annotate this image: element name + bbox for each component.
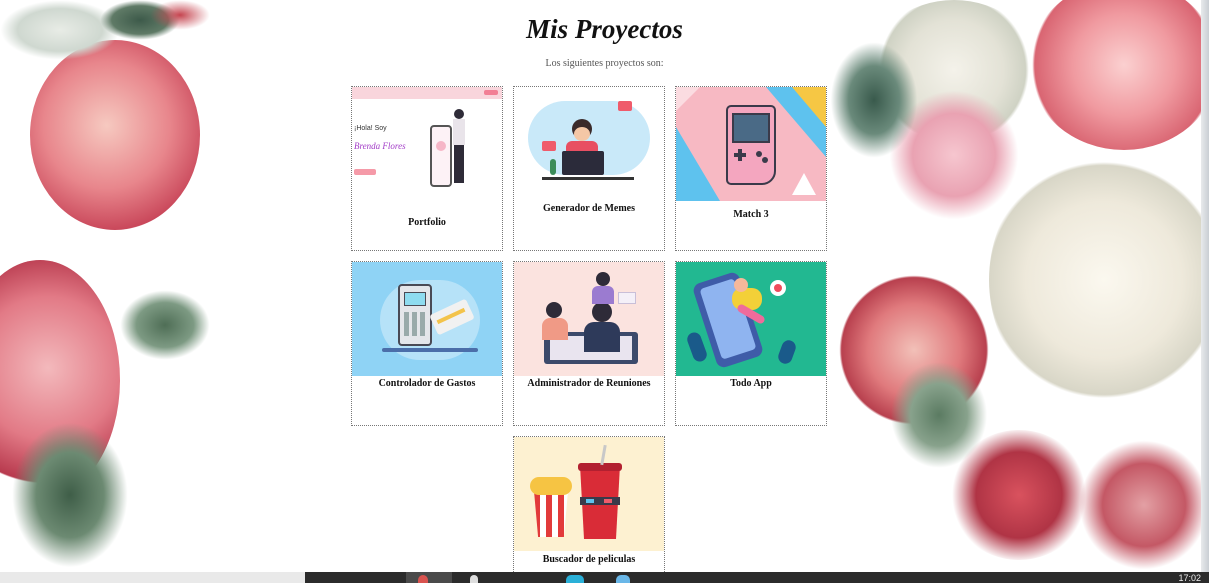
project-card-match3[interactable]: Match 3: [675, 86, 827, 251]
project-label-memes[interactable]: Generador de Memes: [514, 203, 664, 214]
project-label-reuniones[interactable]: Administrador de Reuniones: [514, 378, 664, 389]
todo-thumbnail: [676, 262, 826, 376]
project-card-todo[interactable]: Todo App: [675, 261, 827, 426]
memes-thumbnail: [514, 87, 664, 201]
project-card-portfolio[interactable]: ¡Hola! Soy Brenda Flores Portfolio: [351, 86, 503, 251]
browser-app-icon[interactable]: [418, 575, 428, 583]
os-taskbar: 17:02: [0, 572, 1209, 583]
reuniones-thumbnail: [514, 262, 664, 376]
portfolio-name: Brenda Flores: [354, 141, 406, 151]
match3-thumbnail: [676, 87, 826, 201]
main-content: Mis Proyectos Los siguientes proyectos s…: [0, 0, 1209, 576]
taskbar-active-app[interactable]: [406, 572, 452, 583]
project-label-match3[interactable]: Match 3: [676, 209, 826, 220]
page-title: Mis Proyectos: [526, 14, 683, 44]
project-card-memes[interactable]: Generador de Memes: [513, 86, 665, 251]
portfolio-thumbnail: ¡Hola! Soy Brenda Flores: [352, 87, 502, 201]
project-label-gastos[interactable]: Controlador de Gastos: [352, 378, 502, 389]
gastos-thumbnail: [352, 262, 502, 376]
project-card-reuniones[interactable]: Administrador de Reuniones: [513, 261, 665, 426]
peliculas-thumbnail: [514, 437, 664, 551]
taskbar-clock[interactable]: 17:02: [1178, 573, 1201, 583]
project-label-portfolio[interactable]: Portfolio: [352, 217, 502, 228]
taskbar-search-area[interactable]: [0, 572, 305, 583]
project-card-gastos[interactable]: Controlador de Gastos: [351, 261, 503, 426]
page-subtitle: Los siguientes proyectos son:: [545, 58, 664, 69]
portfolio-greeting: ¡Hola! Soy: [354, 125, 387, 132]
file-explorer-icon[interactable]: [470, 575, 478, 583]
project-label-todo[interactable]: Todo App: [676, 378, 826, 389]
app-icon[interactable]: [616, 575, 630, 583]
project-card-peliculas[interactable]: Buscador de peliculas: [513, 436, 665, 576]
app-icon[interactable]: [566, 575, 584, 583]
project-label-peliculas[interactable]: Buscador de peliculas: [514, 554, 664, 565]
